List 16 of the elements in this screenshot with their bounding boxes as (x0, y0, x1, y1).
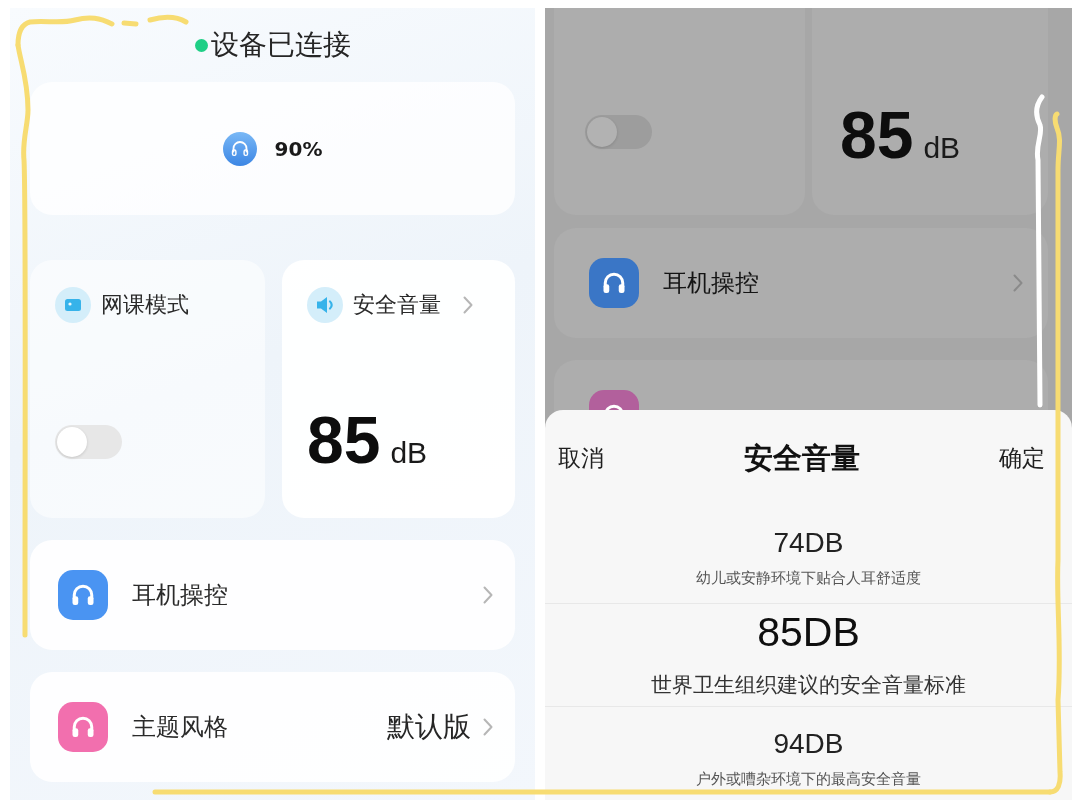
menu-value: 默认版 (387, 711, 471, 743)
mode-label: 网课模式 (101, 291, 189, 319)
sheet-title: 安全音量 (743, 440, 860, 476)
volume-label: 安全音量 (353, 291, 441, 319)
menu-label: 耳机操控 (132, 580, 228, 610)
menu-label: 耳机操控 (663, 268, 759, 298)
connection-status: 设备已连接 (210, 30, 351, 60)
unit-label: dB (390, 437, 428, 469)
volume-value: 85 (307, 407, 381, 473)
volume-value: 85 (840, 102, 914, 168)
option-description: 户外或嘈杂环境下的最高安全音量 (696, 769, 921, 789)
option-description: 幼儿或安静环境下贴合人耳舒适度 (696, 568, 921, 588)
option-description: 世界卫生组织建议的安全音量标准 (651, 672, 966, 699)
unit-label: dB (923, 132, 961, 164)
menu-label: 主题风格 (132, 712, 228, 742)
battery-level: 90% (274, 136, 323, 161)
